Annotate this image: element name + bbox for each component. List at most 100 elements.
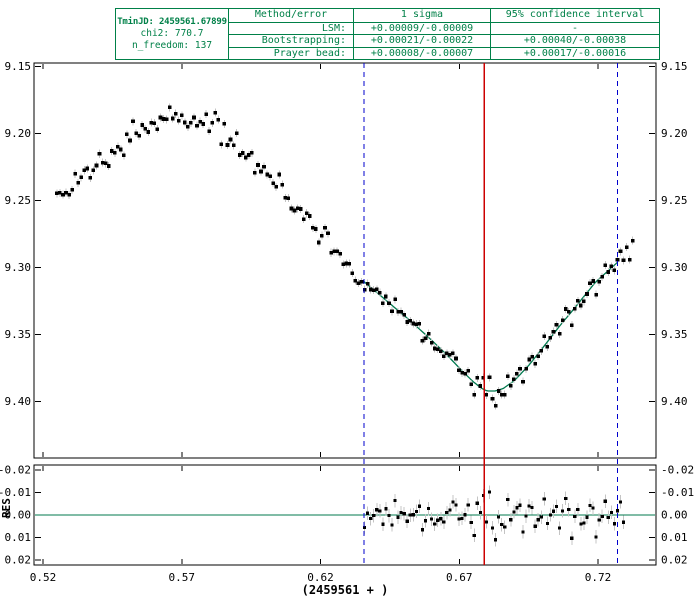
mag-tick-label-right: 9.25: [661, 194, 688, 207]
residual-point: [588, 504, 591, 507]
data-point: [147, 130, 151, 134]
data-point: [247, 153, 251, 157]
data-point: [70, 188, 74, 192]
residual-point: [400, 511, 403, 514]
data-point: [131, 120, 135, 124]
data-point: [607, 270, 611, 274]
residual-point: [415, 510, 418, 513]
res-tick-label-right: -0.02: [661, 464, 694, 477]
data-point: [585, 292, 589, 296]
data-point: [171, 117, 175, 121]
data-point: [302, 217, 306, 221]
residual-point: [543, 497, 546, 500]
data-point: [76, 181, 80, 185]
residual-point: [549, 513, 552, 516]
data-point: [509, 384, 513, 388]
data-point: [378, 291, 382, 295]
residual-point: [622, 521, 625, 524]
data-point: [555, 323, 559, 327]
data-point: [165, 118, 169, 122]
data-point: [183, 121, 187, 125]
residual-point: [409, 513, 412, 516]
data-point: [308, 214, 312, 218]
residual-point: [595, 535, 598, 538]
residual-point: [509, 518, 512, 521]
data-point: [287, 196, 291, 200]
residual-point: [366, 512, 369, 515]
data-point: [390, 310, 394, 314]
data-point: [67, 193, 71, 197]
light-curve-plot: 0.520.570.620.670.729.159.159.209.209.25…: [0, 0, 700, 600]
data-point: [113, 151, 117, 155]
mag-tick-label-right: 9.40: [661, 395, 688, 408]
data-point: [463, 372, 467, 376]
data-point: [189, 121, 193, 125]
residual-point: [461, 517, 464, 520]
residual-point: [372, 514, 375, 517]
data-point: [232, 144, 236, 148]
residual-point: [433, 523, 436, 526]
residual-point: [406, 520, 409, 523]
residual-point: [552, 510, 555, 513]
data-point: [399, 310, 403, 314]
data-point: [204, 112, 208, 116]
x-tick-label: 0.72: [585, 571, 612, 584]
data-point: [201, 122, 205, 126]
data-point: [73, 172, 77, 176]
mag-tick-label-right: 9.35: [661, 328, 688, 341]
data-point: [345, 262, 349, 266]
data-point: [412, 322, 416, 326]
data-point: [98, 152, 102, 156]
residual-point: [424, 519, 427, 522]
residual-point: [412, 513, 415, 516]
x-tick-label: 0.57: [169, 571, 196, 584]
data-point: [195, 124, 199, 128]
residual-point: [579, 522, 582, 525]
residual-point: [375, 508, 378, 511]
res-tick-label-left: -0.01: [0, 486, 31, 499]
data-point: [567, 310, 571, 314]
data-point: [518, 367, 522, 371]
data-point: [299, 207, 303, 211]
mag-tick-label-left: 9.35: [5, 328, 32, 341]
residual-point: [479, 511, 482, 514]
residual-point: [369, 517, 372, 520]
data-point: [393, 298, 397, 302]
residual-point: [610, 511, 613, 514]
data-point: [366, 282, 370, 286]
res-tick-label-left: 0.02: [5, 554, 32, 567]
data-point: [427, 332, 431, 336]
residual-point: [506, 498, 509, 501]
residual-point: [567, 508, 570, 511]
residual-point: [448, 508, 451, 511]
data-point: [107, 164, 111, 168]
residual-point: [485, 520, 488, 523]
data-point: [217, 118, 221, 122]
mag-tick-label-left: 9.20: [5, 127, 32, 140]
data-point: [256, 163, 260, 167]
residual-point: [442, 521, 445, 524]
data-point: [387, 301, 391, 305]
residual-point: [439, 517, 442, 520]
data-point: [424, 336, 428, 340]
data-point: [278, 173, 282, 177]
data-point: [524, 367, 528, 371]
data-point: [445, 352, 449, 356]
data-point: [533, 362, 537, 366]
data-point: [207, 129, 211, 133]
data-point: [250, 151, 254, 155]
mag-tick-label-left: 9.40: [5, 395, 32, 408]
residual-point: [494, 538, 497, 541]
data-point: [174, 112, 178, 116]
residual-point: [534, 525, 537, 528]
mag-tick-label-right: 9.15: [661, 60, 688, 73]
residual-point: [555, 505, 558, 508]
residual-point: [491, 526, 494, 529]
residual-point: [397, 516, 400, 519]
residual-point: [521, 530, 524, 533]
data-point: [64, 191, 68, 195]
data-point: [226, 143, 230, 147]
data-point: [223, 122, 227, 126]
residual-point: [570, 537, 573, 540]
data-point: [625, 245, 629, 249]
